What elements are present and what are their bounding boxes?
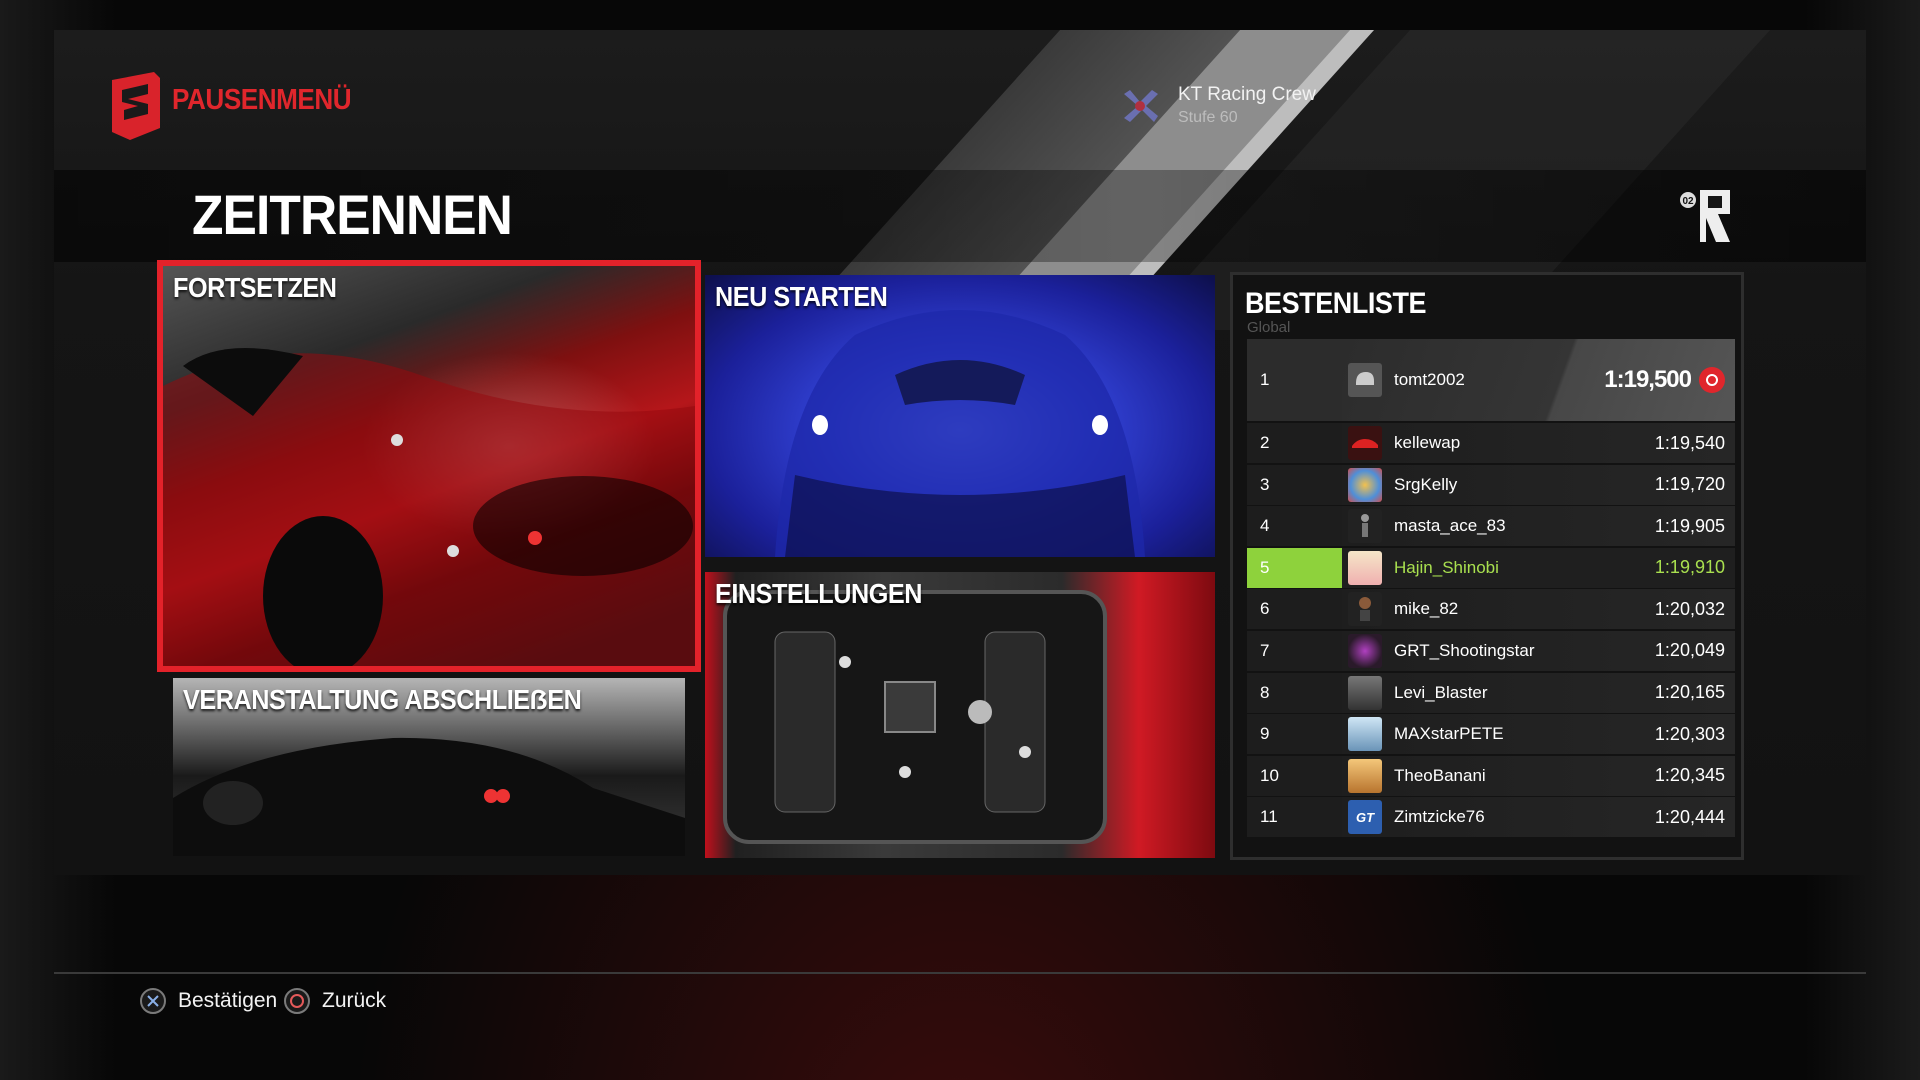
confirm-label: Bestätigen xyxy=(178,989,278,1012)
leaderboard-title: BESTENLISTE xyxy=(1245,287,1427,320)
rank: 2 xyxy=(1247,423,1342,463)
track-badge-icon: 02 xyxy=(1680,190,1730,242)
avatar xyxy=(1348,675,1382,710)
player-name: GRT_Shootingstar xyxy=(1394,640,1535,660)
lap-time: 1:20,345 xyxy=(1654,765,1725,786)
driveclub-logo-icon xyxy=(112,72,160,140)
crew-emblem-icon xyxy=(1124,90,1158,122)
leaderboard-row[interactable]: 8 Levi_Blaster 1:20,165 xyxy=(1247,672,1735,713)
rank: 8 xyxy=(1247,672,1342,713)
player-name: SrgKelly xyxy=(1394,474,1458,494)
rank: 6 xyxy=(1247,589,1342,630)
avatar xyxy=(1348,467,1382,502)
rank: 1 xyxy=(1247,339,1342,421)
player-name: Hajin_Shinobi xyxy=(1394,557,1499,577)
player-name: TheoBanani xyxy=(1394,765,1486,785)
footer-divider xyxy=(54,972,1866,974)
rank: 11 xyxy=(1247,797,1342,838)
avatar xyxy=(1348,363,1382,397)
lap-time: 1:19,500 xyxy=(1604,366,1692,393)
page-title: ZEITRENNEN xyxy=(192,183,513,246)
continue-tile[interactable]: FORTSETZEN xyxy=(157,260,701,672)
leaderboard: BESTENLISTE Global 1 tomt2002 1:19,500 2… xyxy=(1230,272,1744,860)
lap-time: 1:20,444 xyxy=(1654,806,1725,827)
person-avatar-icon xyxy=(1348,509,1382,544)
rank: 9 xyxy=(1247,714,1342,755)
leaderboard-row[interactable]: 3 SrgKelly 1:19,720 xyxy=(1247,464,1735,505)
leaderboard-row[interactable]: 6 mike_82 1:20,032 xyxy=(1247,589,1735,630)
finish-event-label: VERANSTALTUNG ABSCHLIEẞEN xyxy=(183,684,582,715)
svg-text:02: 02 xyxy=(1682,196,1694,207)
rank: 7 xyxy=(1247,630,1342,671)
player-name: kellewap xyxy=(1394,433,1461,452)
lap-time: 1:19,910 xyxy=(1654,557,1725,578)
leaderboard-rows: 1 tomt2002 1:19,500 2 kellewap 1:19,540 … xyxy=(1247,339,1735,839)
settings-label: EINSTELLUNGEN xyxy=(715,578,922,609)
leaderboard-row-current-player[interactable]: 5 Hajin_Shinobi 1:19,910 xyxy=(1247,547,1735,588)
continue-label: FORTSETZEN xyxy=(173,272,337,303)
leaderboard-row[interactable]: 1 tomt2002 1:19,500 xyxy=(1247,339,1735,421)
finish-event-tile[interactable]: VERANSTALTUNG ABSCHLIEẞEN xyxy=(173,678,685,856)
rank: 4 xyxy=(1247,506,1342,547)
cross-button-icon xyxy=(140,988,166,1014)
lap-time: 1:19,905 xyxy=(1654,515,1725,536)
engine-image xyxy=(723,590,1107,844)
car-image xyxy=(163,348,695,666)
restart-label: NEU STARTEN xyxy=(715,281,888,312)
lap-time: 1:20,032 xyxy=(1654,598,1725,619)
pause-menu-title: PAUSENMENÜ xyxy=(172,84,352,116)
svg-text:GT: GT xyxy=(1356,810,1375,825)
player-name: masta_ace_83 xyxy=(1394,516,1506,536)
player-name: mike_82 xyxy=(1394,599,1459,619)
leaderboard-row[interactable]: 10 TheoBanani 1:20,345 xyxy=(1247,755,1735,796)
settings-tile[interactable]: EINSTELLUNGEN xyxy=(705,572,1215,858)
crew-level: Stufe 60 xyxy=(1178,109,1238,126)
helmet-icon xyxy=(1356,372,1374,385)
leaderboard-row[interactable]: 2 kellewap 1:19,540 xyxy=(1247,423,1735,463)
gt-logo-icon: GT xyxy=(1348,800,1382,835)
car-image xyxy=(775,310,1145,557)
avatar xyxy=(1348,717,1382,752)
person-avatar-icon xyxy=(1348,592,1382,627)
crew-name: KT Racing Crew xyxy=(1178,84,1316,105)
lap-time: 1:20,303 xyxy=(1654,723,1725,744)
back-label: Zurück xyxy=(322,989,387,1012)
leaderboard-row[interactable]: 11 GT Zimtzicke76 1:20,444 xyxy=(1247,797,1735,838)
lap-time: 1:19,540 xyxy=(1654,432,1725,453)
lap-time: 1:20,165 xyxy=(1654,682,1725,703)
circle-button-icon xyxy=(284,988,310,1014)
rank: 3 xyxy=(1247,464,1342,505)
leaderboard-scope: Global xyxy=(1247,319,1291,336)
avatar xyxy=(1348,550,1382,585)
leaderboard-row[interactable]: 4 masta_ace_83 1:19,905 xyxy=(1247,506,1735,547)
player-name: Zimtzicke76 xyxy=(1394,807,1485,827)
player-name: MAXstarPETE xyxy=(1394,724,1504,744)
confirm-hint[interactable]: Bestätigen xyxy=(140,984,277,1018)
avatar xyxy=(1348,633,1382,668)
leaderboard-row[interactable]: 9 MAXstarPETE 1:20,303 xyxy=(1247,714,1735,755)
car-avatar-icon xyxy=(1348,426,1382,460)
rank: 10 xyxy=(1247,755,1342,796)
lap-time: 1:19,720 xyxy=(1654,474,1725,495)
player-name: tomt2002 xyxy=(1394,370,1465,389)
lap-time: 1:20,049 xyxy=(1654,640,1725,661)
avatar xyxy=(1348,758,1382,793)
rank: 5 xyxy=(1247,547,1342,588)
restart-tile[interactable]: NEU STARTEN xyxy=(705,275,1215,557)
back-hint[interactable]: Zurück xyxy=(284,984,386,1018)
player-name: Levi_Blaster xyxy=(1394,682,1488,702)
leaderboard-row[interactable]: 7 GRT_Shootingstar 1:20,049 xyxy=(1247,630,1735,671)
medal-icon xyxy=(1699,367,1725,393)
